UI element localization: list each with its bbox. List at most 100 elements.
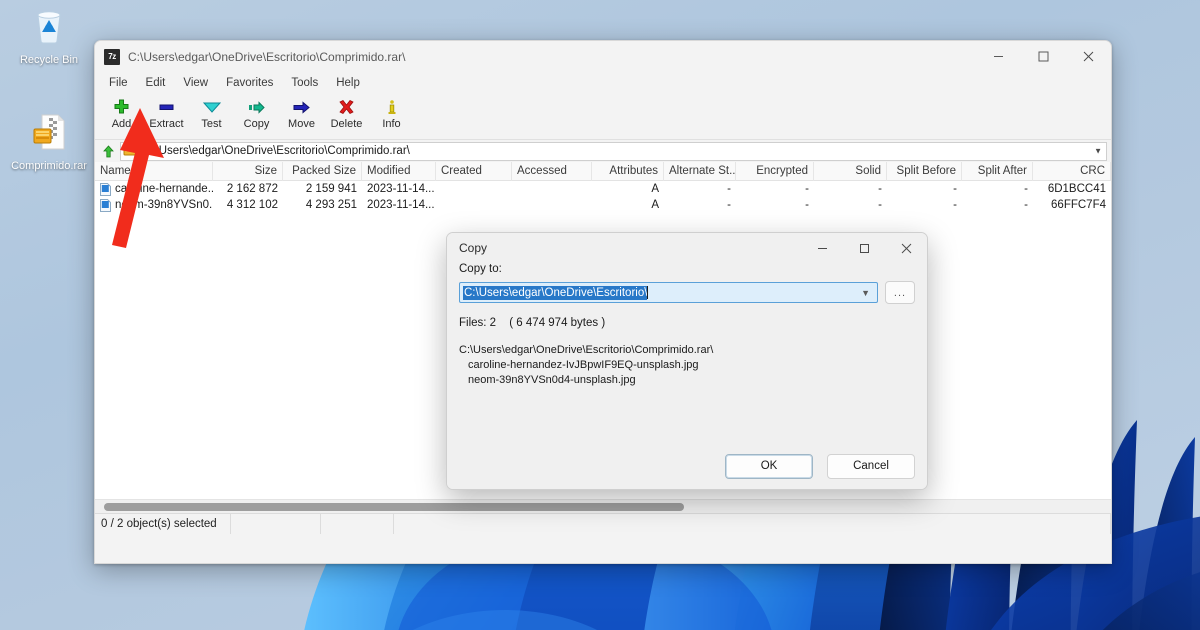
file-size: 2 162 872 <box>226 183 278 195</box>
file-packed-size: 4 293 251 <box>305 199 357 211</box>
source-file-list: C:\Users\edgar\OneDrive\Escritorio\Compr… <box>459 343 915 388</box>
toolbar-label: Delete <box>330 118 363 130</box>
toolbar-button-extract[interactable]: Extract <box>144 94 189 130</box>
menu-item-edit[interactable]: Edit <box>137 75 175 91</box>
close-button[interactable] <box>1066 41 1111 72</box>
column-header-split-after[interactable]: Split After <box>962 161 1033 181</box>
menu-bar: File Edit View Favorites Tools Help <box>95 72 1111 94</box>
dialog-maximize-button[interactable] <box>843 233 885 263</box>
address-combobox[interactable]: C:\Users\edgar\OneDrive\Escritorio\Compr… <box>120 141 1107 161</box>
column-header-host-os[interactable]: Host OS <box>1111 162 1112 181</box>
ok-button[interactable]: OK <box>725 453 813 479</box>
column-header-alternate-stream[interactable]: Alternate St... <box>664 161 736 181</box>
window-controls <box>976 41 1111 72</box>
copy-arrow-icon <box>248 97 266 117</box>
toolbar-button-copy[interactable]: Copy <box>234 94 279 130</box>
file-split-after: - <box>1024 199 1028 211</box>
column-header-accessed[interactable]: Accessed <box>512 161 592 181</box>
menu-item-favorites[interactable]: Favorites <box>217 75 282 91</box>
file-alternate-stream: - <box>727 199 731 211</box>
table-row[interactable]: neom-39n8YVSn0... 4 312 102 4 293 251 20… <box>95 197 1111 213</box>
up-arrow-icon[interactable] <box>99 142 117 160</box>
jpg-file-icon <box>100 198 111 212</box>
plus-icon <box>113 97 130 117</box>
toolbar-label: Copy <box>243 118 270 130</box>
dialog-title: Copy <box>459 241 488 255</box>
minus-icon <box>158 97 175 117</box>
toolbar-button-move[interactable]: Move <box>279 94 324 130</box>
menu-item-file[interactable]: File <box>100 75 137 91</box>
column-header-solid[interactable]: Solid <box>814 161 887 181</box>
file-attributes: A <box>651 199 659 211</box>
column-header-modified[interactable]: Modified <box>362 161 436 181</box>
sevenzip-app-icon: 7z <box>104 48 120 65</box>
file-name: neom-39n8YVSn0... <box>115 199 213 211</box>
column-header-encrypted[interactable]: Encrypted <box>736 161 814 181</box>
horizontal-scrollbar[interactable] <box>95 499 1111 513</box>
chevron-down-icon[interactable]: ▼ <box>861 288 870 298</box>
file-created <box>436 197 512 213</box>
menu-item-view[interactable]: View <box>174 75 217 91</box>
dialog-window-controls <box>801 233 927 263</box>
address-path: C:\Users\edgar\OneDrive\Escritorio\Compr… <box>144 145 410 157</box>
maximize-button[interactable] <box>1021 41 1066 72</box>
column-header-size[interactable]: Size <box>213 161 283 181</box>
minimize-button[interactable] <box>976 41 1021 72</box>
scrollbar-thumb[interactable] <box>104 503 684 511</box>
dialog-titlebar[interactable]: Copy <box>447 233 927 263</box>
window-titlebar[interactable]: 7z C:\Users\edgar\OneDrive\Escritorio\Co… <box>95 41 1111 72</box>
toolbar-button-info[interactable]: Info <box>369 94 414 130</box>
toolbar-button-test[interactable]: Test <box>189 94 234 130</box>
toolbar-label: Add <box>111 118 132 130</box>
status-cell-2 <box>231 513 321 534</box>
info-icon <box>385 97 399 117</box>
jpg-file-icon <box>100 182 111 196</box>
archive-icon <box>123 143 139 159</box>
destination-path-combobox[interactable]: C:\Users\edgar\OneDrive\Escritorio\ ▼ <box>459 282 878 303</box>
toolbar-button-add[interactable]: Add <box>99 94 144 130</box>
toolbar-label: Extract <box>149 118 184 130</box>
file-modified: 2023-11-14... <box>367 183 435 195</box>
file-accessed <box>512 197 592 213</box>
file-accessed <box>512 181 592 197</box>
file-crc: 66FFC7F4 <box>1051 199 1106 211</box>
column-header-split-before[interactable]: Split Before <box>887 161 962 181</box>
desktop-icon-recycle-bin[interactable]: Recycle Bin <box>6 6 92 66</box>
desktop-icon-comprimido-rar[interactable]: Comprimido.rar <box>6 112 92 172</box>
column-header-crc[interactable]: CRC <box>1033 161 1111 181</box>
file-modified: 2023-11-14... <box>367 199 435 211</box>
x-icon <box>338 97 355 117</box>
menu-item-tools[interactable]: Tools <box>282 75 327 91</box>
source-file-item: neom-39n8YVSn0d4-unsplash.jpg <box>468 374 636 386</box>
table-row[interactable]: caroline-hernande... 2 162 872 2 159 941… <box>95 181 1111 197</box>
status-cell-3 <box>321 513 394 534</box>
file-attributes: A <box>651 183 659 195</box>
browse-button[interactable]: ... <box>885 281 915 304</box>
chevron-down-icon[interactable]: ▼ <box>1094 147 1102 156</box>
column-header-packed-size[interactable]: Packed Size <box>283 161 362 181</box>
recycle-bin-icon <box>6 6 92 50</box>
cancel-button[interactable]: Cancel <box>827 453 915 479</box>
file-created <box>436 181 512 197</box>
toolbar-label: Test <box>201 118 222 130</box>
column-header-attributes[interactable]: Attributes <box>592 161 664 181</box>
file-split-before: - <box>953 183 957 195</box>
column-header-name[interactable]: Name <box>95 161 213 181</box>
toolbar-label: Move <box>288 118 315 130</box>
file-solid: - <box>878 183 882 195</box>
file-crc: 6D1BCC41 <box>1047 183 1106 195</box>
column-header-created[interactable]: Created <box>436 161 512 181</box>
chevron-down-icon <box>202 97 221 117</box>
menu-item-help[interactable]: Help <box>327 75 369 91</box>
file-alternate-stream: - <box>727 183 731 195</box>
dialog-body: Copy to: C:\Users\edgar\OneDrive\Escrito… <box>447 263 927 388</box>
dialog-minimize-button[interactable] <box>801 233 843 263</box>
desktop-icon-label: Recycle Bin <box>19 53 79 66</box>
destination-path-value: C:\Users\edgar\OneDrive\Escritorio\ <box>463 285 648 300</box>
window-title: C:\Users\edgar\OneDrive\Escritorio\Compr… <box>128 49 406 64</box>
dialog-close-button[interactable] <box>885 233 927 263</box>
toolbar-button-delete[interactable]: Delete <box>324 94 369 130</box>
files-count: Files: 2 <box>459 317 497 329</box>
desktop: Recycle Bin Comprimido.rar 7z C:\Users\e… <box>0 0 1200 630</box>
file-size: 4 312 102 <box>226 199 278 211</box>
